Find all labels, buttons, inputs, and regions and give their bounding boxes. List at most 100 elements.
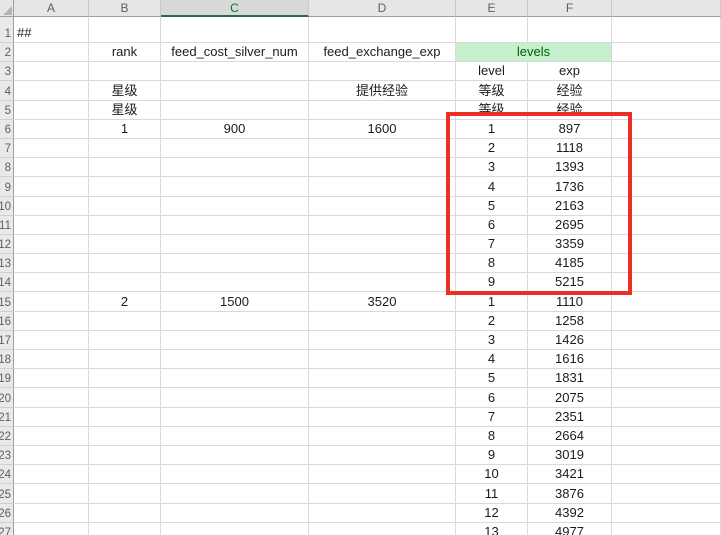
cell-levels-merged-E2-F2[interactable]: levels — [456, 43, 612, 62]
cell-B11[interactable] — [89, 216, 161, 235]
cell-E14[interactable]: 9 — [456, 273, 528, 292]
cell-F24[interactable]: 3421 — [528, 465, 612, 484]
row-header-22[interactable]: 22 — [0, 427, 14, 446]
cell-D13[interactable] — [309, 254, 456, 273]
cell-C23[interactable] — [161, 446, 309, 465]
cell-A9[interactable] — [14, 177, 89, 196]
cell-F1[interactable] — [528, 17, 612, 43]
row-header-10[interactable]: 10 — [0, 197, 14, 216]
cell-A18[interactable] — [14, 350, 89, 369]
cell-B14[interactable] — [89, 273, 161, 292]
cell-F16[interactable]: 1258 — [528, 312, 612, 331]
cell-B9[interactable] — [89, 177, 161, 196]
cell-B12[interactable] — [89, 235, 161, 254]
cell-F22[interactable]: 2664 — [528, 427, 612, 446]
cell-E9[interactable]: 4 — [456, 177, 528, 196]
cell-G26[interactable] — [612, 504, 721, 523]
row-header-25[interactable]: 25 — [0, 484, 14, 503]
cell-F11[interactable]: 2695 — [528, 216, 612, 235]
cell-D15[interactable]: 3520 — [309, 292, 456, 311]
cell-E25[interactable]: 11 — [456, 484, 528, 503]
row-header-9[interactable]: 9 — [0, 177, 14, 196]
cell-A25[interactable] — [14, 484, 89, 503]
cell-B7[interactable] — [89, 139, 161, 158]
cell-A27[interactable] — [14, 523, 89, 535]
cell-E23[interactable]: 9 — [456, 446, 528, 465]
cell-G10[interactable] — [612, 197, 721, 216]
cell-E21[interactable]: 7 — [456, 408, 528, 427]
cell-E3[interactable]: level — [456, 62, 528, 81]
cell-A21[interactable] — [14, 408, 89, 427]
cell-D20[interactable] — [309, 388, 456, 407]
cell-D7[interactable] — [309, 139, 456, 158]
cell-G5[interactable] — [612, 101, 721, 120]
cell-A16[interactable] — [14, 312, 89, 331]
row-header-18[interactable]: 18 — [0, 350, 14, 369]
cell-G23[interactable] — [612, 446, 721, 465]
row-header-1[interactable]: 1 — [0, 17, 14, 43]
cell-G12[interactable] — [612, 235, 721, 254]
cell-C2[interactable]: feed_cost_silver_num — [161, 43, 309, 62]
cell-A17[interactable] — [14, 331, 89, 350]
cell-G13[interactable] — [612, 254, 721, 273]
cell-F3[interactable]: exp — [528, 62, 612, 81]
cell-D22[interactable] — [309, 427, 456, 446]
cell-B27[interactable] — [89, 523, 161, 535]
cell-G11[interactable] — [612, 216, 721, 235]
column-header-E[interactable]: E — [456, 0, 528, 17]
cell-D6[interactable]: 1600 — [309, 120, 456, 139]
row-header-14[interactable]: 14 — [0, 273, 14, 292]
cell-F18[interactable]: 1616 — [528, 350, 612, 369]
cell-G16[interactable] — [612, 312, 721, 331]
cell-C18[interactable] — [161, 350, 309, 369]
cell-D3[interactable] — [309, 62, 456, 81]
cell-F25[interactable]: 3876 — [528, 484, 612, 503]
cell-A22[interactable] — [14, 427, 89, 446]
cell-D24[interactable] — [309, 465, 456, 484]
row-header-11[interactable]: 11 — [0, 216, 14, 235]
cell-G17[interactable] — [612, 331, 721, 350]
row-header-5[interactable]: 5 — [0, 101, 14, 120]
row-header-19[interactable]: 19 — [0, 369, 14, 388]
cell-D19[interactable] — [309, 369, 456, 388]
cell-B3[interactable] — [89, 62, 161, 81]
cell-C14[interactable] — [161, 273, 309, 292]
cell-C15[interactable]: 1500 — [161, 292, 309, 311]
cell-C8[interactable] — [161, 158, 309, 177]
cell-E6[interactable]: 1 — [456, 120, 528, 139]
cell-F14[interactable]: 5215 — [528, 273, 612, 292]
cell-B6[interactable]: 1 — [89, 120, 161, 139]
row-header-12[interactable]: 12 — [0, 235, 14, 254]
cell-A24[interactable] — [14, 465, 89, 484]
cell-B20[interactable] — [89, 388, 161, 407]
cell-G15[interactable] — [612, 292, 721, 311]
row-header-26[interactable]: 26 — [0, 504, 14, 523]
cell-D23[interactable] — [309, 446, 456, 465]
cell-E26[interactable]: 12 — [456, 504, 528, 523]
cell-A11[interactable] — [14, 216, 89, 235]
cell-E19[interactable]: 5 — [456, 369, 528, 388]
cell-E13[interactable]: 8 — [456, 254, 528, 273]
cell-C4[interactable] — [161, 81, 309, 100]
cell-C20[interactable] — [161, 388, 309, 407]
row-header-23[interactable]: 23 — [0, 446, 14, 465]
cell-C5[interactable] — [161, 101, 309, 120]
cell-D5[interactable] — [309, 101, 456, 120]
cell-B21[interactable] — [89, 408, 161, 427]
cell-A1[interactable]: ## — [14, 17, 89, 43]
cell-D1[interactable] — [309, 17, 456, 43]
column-header-A[interactable]: A — [14, 0, 89, 17]
cell-D9[interactable] — [309, 177, 456, 196]
cell-E18[interactable]: 4 — [456, 350, 528, 369]
cell-G18[interactable] — [612, 350, 721, 369]
cell-C13[interactable] — [161, 254, 309, 273]
column-header-unlabeled[interactable] — [612, 0, 721, 17]
cell-D10[interactable] — [309, 197, 456, 216]
cell-F27[interactable]: 4977 — [528, 523, 612, 535]
cell-C22[interactable] — [161, 427, 309, 446]
cell-B5[interactable]: 星级 — [89, 101, 161, 120]
cell-B17[interactable] — [89, 331, 161, 350]
cell-G19[interactable] — [612, 369, 721, 388]
cell-F20[interactable]: 2075 — [528, 388, 612, 407]
cell-F5[interactable]: 经验 — [528, 101, 612, 120]
